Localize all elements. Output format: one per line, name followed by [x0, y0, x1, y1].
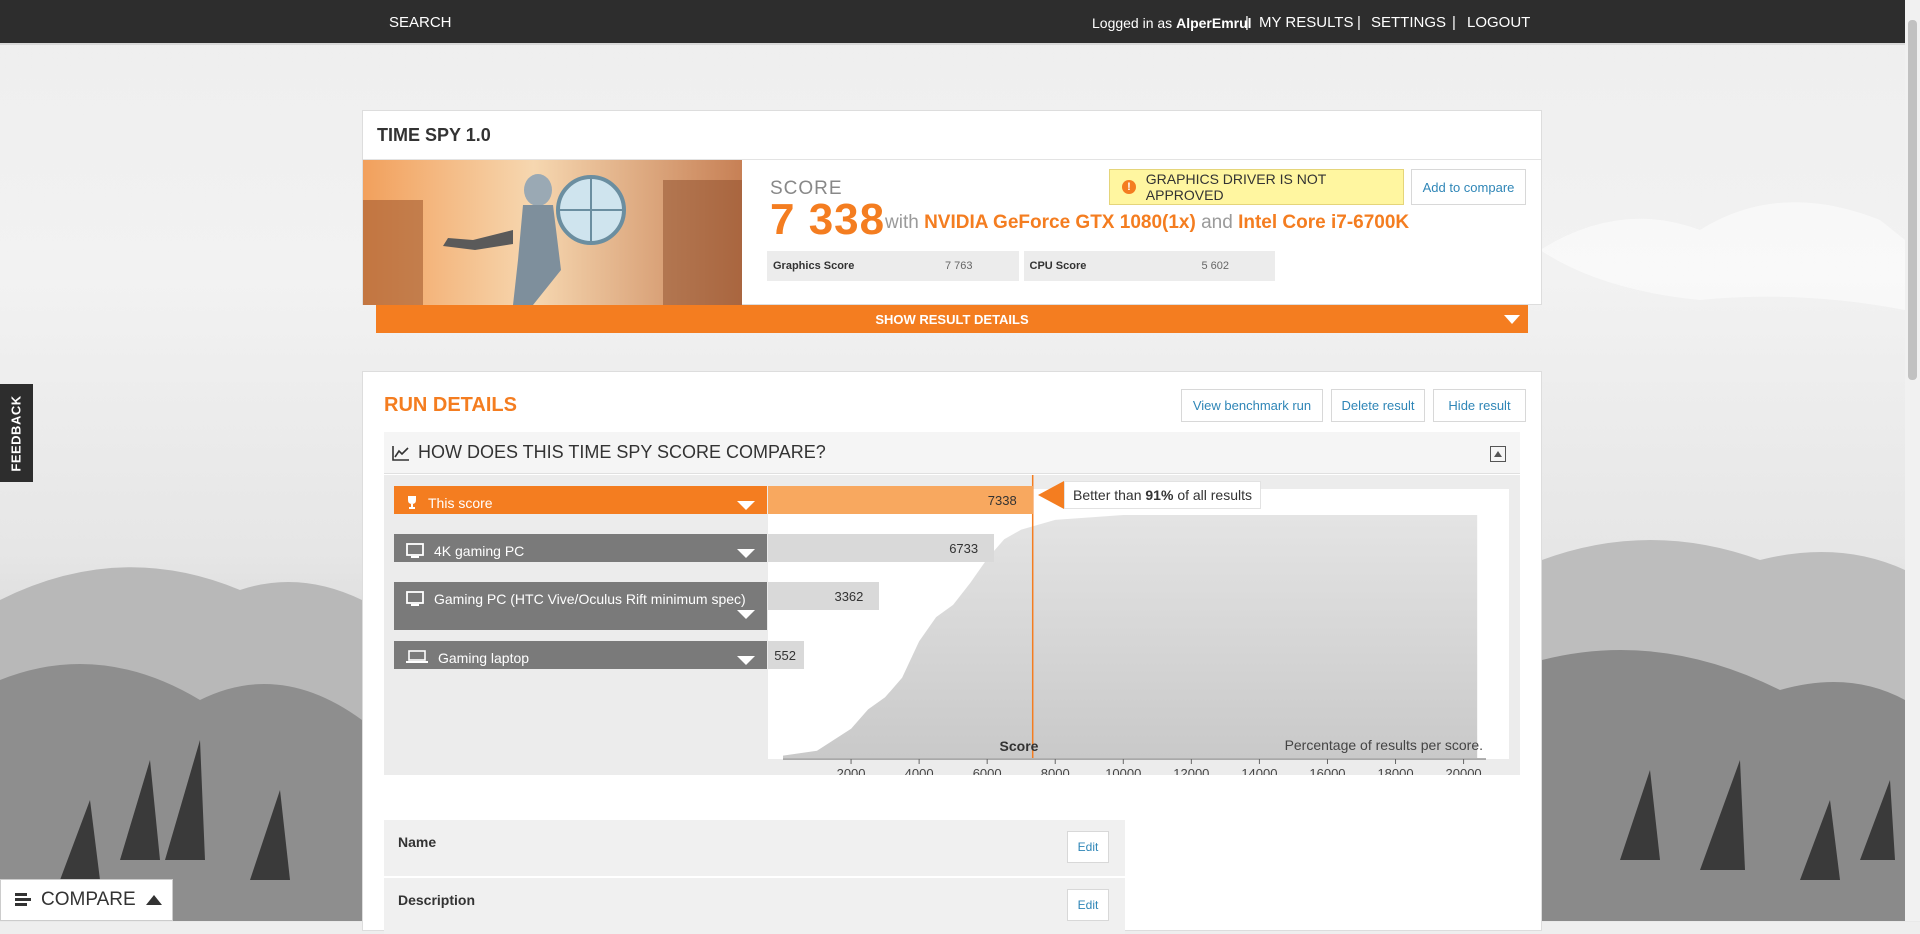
compare-section-header[interactable]: HOW DOES THIS TIME SPY SCORE COMPARE?: [384, 432, 1520, 474]
comparison-row-name: 4K gaming PC: [434, 543, 525, 559]
x-tick-label: 6000: [973, 766, 1002, 775]
show-result-details-button[interactable]: SHOW RESULT DETAILS: [376, 305, 1528, 333]
comparison-row-1-label[interactable]: 4K gaming PC: [394, 534, 767, 562]
comparison-row-3-bar: 552: [768, 641, 804, 669]
nav-separator: |: [1245, 14, 1249, 31]
warning-icon: !: [1122, 180, 1136, 194]
graphics-score-box: Graphics Score 7 763: [767, 251, 1019, 281]
comparison-row-name: Gaming laptop: [438, 650, 530, 666]
logout-link[interactable]: LOGOUT: [1467, 14, 1530, 31]
chart-caption: Percentage of results per score.: [1285, 737, 1483, 753]
trophy-icon: [406, 493, 418, 512]
benchmark-thumbnail: [363, 160, 742, 305]
x-tick-label: 2000: [837, 766, 866, 775]
x-tick-label: 8000: [1041, 766, 1070, 775]
comparison-row-3-label[interactable]: Gaming laptop: [394, 641, 767, 669]
x-tick-label: 4000: [905, 766, 934, 775]
driver-warning-text: GRAPHICS DRIVER IS NOT APPROVED: [1145, 171, 1327, 203]
driver-warning: ! GRAPHICS DRIVER IS NOT APPROVED: [1109, 169, 1404, 205]
comparison-row-2-label[interactable]: Gaming PC (HTC Vive/Oculus Rift minimum …: [394, 582, 767, 630]
desktop-icon: [406, 541, 424, 562]
compare-bar[interactable]: COMPARE: [0, 879, 173, 921]
edit-description-button[interactable]: Edit: [1067, 889, 1109, 921]
x-axis-title: Score: [1000, 738, 1039, 754]
x-tick-label: 16000: [1309, 766, 1345, 775]
subscores: Graphics Score 7 763 CPU Score 5 602: [767, 251, 1275, 281]
better-prefix: Better than: [1073, 487, 1142, 503]
collapse-icon[interactable]: [1490, 446, 1506, 462]
better-suffix: of all results: [1177, 487, 1253, 503]
cpu-score-label: CPU Score: [1029, 260, 1087, 272]
compare-section-title: HOW DOES THIS TIME SPY SCORE COMPARE?: [418, 442, 826, 462]
benchmark-title: TIME SPY 1.0: [377, 125, 491, 145]
logged-in-status: Logged in as AlperEmrul: [1092, 15, 1252, 31]
name-field-label: Name: [398, 834, 437, 850]
nav-separator: |: [1357, 14, 1361, 31]
scrollbar-thumb[interactable]: [1908, 20, 1917, 380]
compare-list-icon: [15, 893, 31, 906]
search-link[interactable]: SEARCH: [389, 14, 452, 31]
chevron-down-icon: [1504, 315, 1520, 324]
comparison-row-value: 7338: [987, 492, 1017, 508]
run-details-title: RUN DETAILS: [384, 394, 517, 416]
chevron-down-icon[interactable]: [737, 610, 755, 619]
cpu-score-box: CPU Score 5 602: [1023, 251, 1275, 281]
view-benchmark-run-button[interactable]: View benchmark run: [1181, 389, 1323, 422]
description-field-label: Description: [398, 892, 476, 908]
chevron-down-icon[interactable]: [737, 656, 755, 665]
chevron-up-icon: [145, 895, 162, 905]
username: AlperEmrul: [1176, 15, 1252, 31]
feedback-label: FEEDBACK: [9, 394, 25, 472]
with-text: with: [885, 212, 919, 233]
comparison-row-value: 3362: [834, 588, 864, 604]
line-chart-icon: [392, 445, 409, 461]
x-tick-label: 20000: [1446, 766, 1482, 775]
comparison-row-name: This score: [428, 495, 493, 511]
top-navigation-bar: SEARCH Logged in as AlperEmrul | MY RESU…: [0, 0, 1905, 45]
better-percentage: 91%: [1145, 487, 1174, 503]
show-details-label: SHOW RESULT DETAILS: [875, 311, 1029, 327]
laptop-icon: [406, 648, 428, 667]
description-field-row: Description Edit: [384, 878, 1125, 934]
run-details-panel: RUN DETAILS View benchmark run Delete re…: [362, 371, 1542, 934]
desktop-icon: [406, 589, 424, 610]
x-tick-label: 10000: [1105, 766, 1141, 775]
cpu-link[interactable]: Intel Core i7-6700K: [1238, 212, 1409, 233]
comparison-row-2-bar: 3362: [768, 582, 880, 610]
x-tick-label: 14000: [1241, 766, 1277, 775]
chevron-down-icon[interactable]: [737, 501, 755, 510]
comparison-row-0-bar: 7338: [768, 486, 1033, 514]
and-text: and: [1201, 212, 1233, 233]
better-than-pointer: [1038, 481, 1064, 509]
comparison-row-name: Gaming PC (HTC Vive/Oculus Rift minimum …: [434, 591, 746, 607]
edit-name-button[interactable]: Edit: [1067, 831, 1109, 863]
hide-result-button[interactable]: Hide result: [1433, 389, 1526, 422]
compare-label: COMPARE: [41, 889, 136, 910]
logged-in-prefix: Logged in as: [1092, 15, 1173, 31]
feedback-tab[interactable]: FEEDBACK: [0, 384, 33, 482]
name-field-row: Name Edit: [384, 820, 1125, 876]
comparison-row-value: 6733: [949, 540, 979, 556]
system-summary: with NVIDIA GeForce GTX 1080(1x) and Int…: [885, 212, 1409, 234]
nav-separator: |: [1452, 14, 1456, 31]
page-scrollbar[interactable]: [1905, 0, 1920, 921]
comparison-row-1-bar: 6733: [768, 534, 995, 562]
chevron-down-icon[interactable]: [737, 549, 755, 558]
cpu-score-value: 5 602: [1201, 260, 1229, 272]
x-tick-label: 18000: [1377, 766, 1413, 775]
add-to-compare-button[interactable]: Add to compare: [1411, 169, 1526, 205]
graphics-score-label: Graphics Score: [773, 260, 855, 272]
gpu-link[interactable]: NVIDIA GeForce GTX 1080(1x): [924, 212, 1196, 233]
better-than-label: Better than 91% of all results: [1064, 481, 1262, 509]
x-tick-label: 12000: [1173, 766, 1209, 775]
graphics-score-value: 7 763: [944, 260, 973, 272]
comparison-row-0-label[interactable]: This score: [394, 486, 767, 514]
my-results-link[interactable]: MY RESULTS: [1259, 14, 1353, 31]
delete-result-button[interactable]: Delete result: [1331, 389, 1425, 422]
comparison-row-value: 552: [774, 647, 796, 663]
overall-score: 7 338: [770, 195, 886, 244]
settings-link[interactable]: SETTINGS: [1371, 14, 1446, 31]
score-comparison-chart: 2000 4000 6000 8000 10000 12000 14000 16000 1800…: [384, 475, 1520, 775]
result-card: TIME SPY 1.0 SCORE 7 338 with NVIDIA GeF…: [362, 110, 1542, 305]
